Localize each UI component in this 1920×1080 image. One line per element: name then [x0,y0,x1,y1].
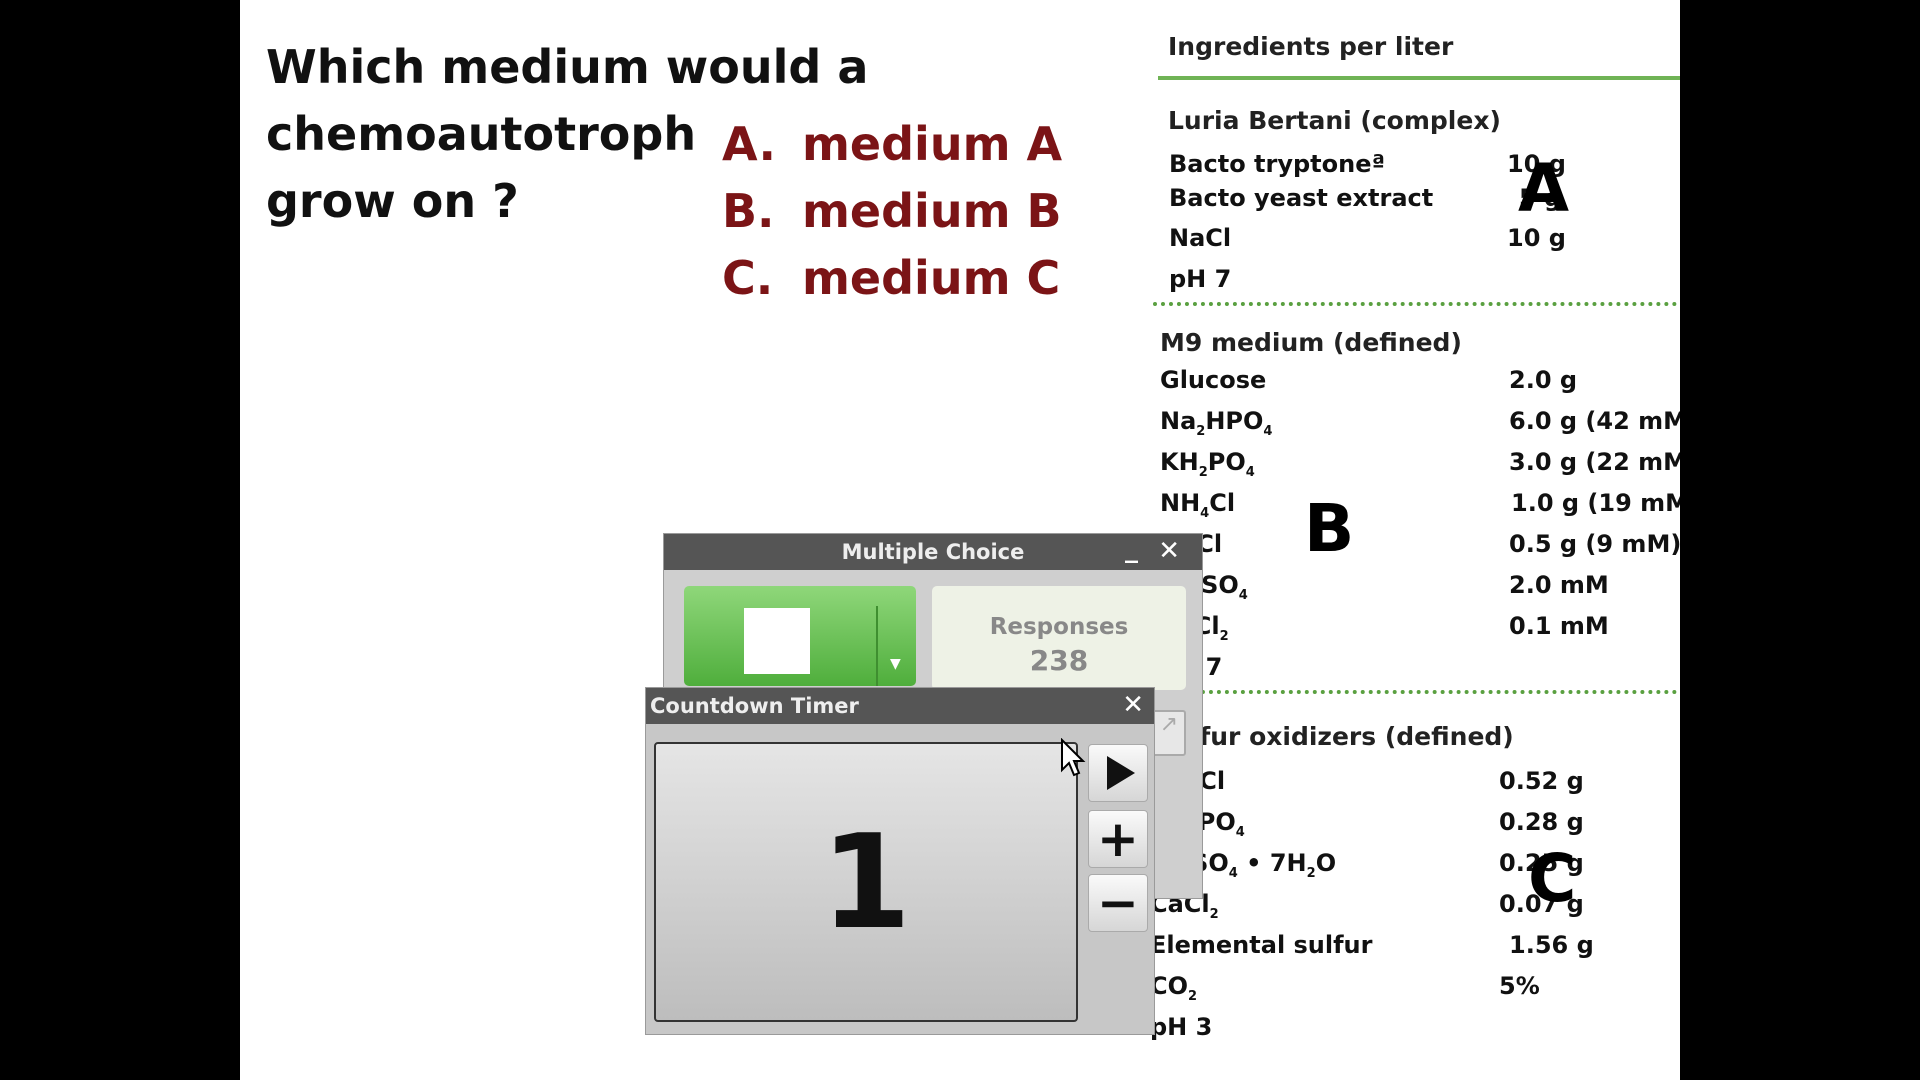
slide: Which medium would a chemoautotroph grow… [240,0,1680,1080]
ingredient-amount: 1.0 g (19 mM) [1511,489,1680,517]
answer-text: medium A [802,116,1063,171]
ingredients-panel: Ingredients per liter Luria Bertani (com… [1128,0,1680,1080]
responses-count: 238 [1029,644,1089,677]
expand-icon[interactable]: ↗ [1152,710,1186,756]
section-b-title: M9 medium (defined) [1160,328,1462,357]
answer-letter: A. [722,116,776,171]
ingredient-amount: 10 g [1507,224,1566,252]
ingredient-amount: 6.0 g (42 mM) [1509,407,1680,435]
play-icon [1107,756,1135,790]
medium-label-c: C [1528,840,1577,917]
answer-option-a: A. medium A [722,110,1062,177]
question-text: Which medium would a chemoautotroph grow… [266,34,869,235]
ingredient-amount: 5% [1499,972,1540,1000]
timer-value: 1 [820,806,912,958]
subtract-time-button[interactable]: − [1088,874,1148,932]
section-a-title: Luria Bertani (complex) [1168,106,1501,135]
timer-display: 1 [654,742,1078,1022]
question-line: Which medium would a [266,40,869,94]
ingredient-name: CO2 [1150,972,1198,1004]
ingredient-amount: 2.0 mM [1509,571,1609,599]
add-time-button[interactable]: + [1088,810,1148,868]
ingredient-name: Bacto tryptoneª [1169,150,1386,178]
answer-option-b: B. medium B [722,177,1062,244]
dropdown-arrow-icon[interactable]: ▼ [890,656,901,672]
section-divider [1153,302,1680,306]
responses-panel: Responses 238 [932,586,1186,690]
answer-text: medium C [802,250,1061,305]
question-line: grow on ? [266,174,519,228]
ingredient-amount: 0.5 g (9 mM) [1509,530,1680,558]
question-line: chemoautotroph [266,107,697,161]
close-icon[interactable]: ✕ [1158,536,1180,566]
answer-options: A. medium A B. medium B C. medium C [722,110,1062,311]
ingredient-amount: 3.0 g (22 mM) [1509,448,1680,476]
ingredient-name: KH2PO4 [1160,448,1255,480]
section-divider [1153,690,1680,694]
ph-label: pH 3 [1150,1013,1213,1041]
ingredient-amount: 0.52 g [1499,767,1584,795]
answer-option-c: C. medium C [722,244,1062,311]
plus-icon: + [1097,810,1139,868]
answer-letter: B. [722,183,775,238]
ingredient-amount: 0.28 g [1499,808,1584,836]
ingredient-name: Glucose [1160,366,1267,394]
stop-icon [744,608,810,674]
window-title: Multiple Choice [841,540,1025,564]
section-c-title: Sulfur oxidizers (defined) [1155,722,1514,751]
close-icon[interactable]: ✕ [1122,690,1144,720]
responses-label: Responses [989,614,1129,640]
ingredient-amount: 2.0 g [1509,366,1578,394]
multiple-choice-titlebar[interactable]: Multiple Choice _ ✕ [664,534,1202,570]
title-divider [1158,76,1680,80]
answer-letter: C. [722,250,774,305]
start-poll-button[interactable]: ▼ [684,586,916,686]
ingredient-amount: 1.56 g [1509,931,1594,959]
button-divider [876,606,878,686]
minimize-icon[interactable]: _ [1125,534,1138,564]
ingredient-name: NaCl [1169,224,1232,252]
countdown-titlebar[interactable]: Countdown Timer ✕ [646,688,1154,724]
ph-label: pH 7 [1169,265,1232,293]
ingredient-name: Bacto yeast extract [1169,184,1434,212]
window-title: Countdown Timer [650,694,859,718]
ingredient-name: Na2HPO4 [1160,407,1273,439]
play-button[interactable] [1088,744,1148,802]
medium-label-b: B [1304,490,1355,567]
ingredient-amount: 0.1 mM [1509,612,1609,640]
ingredient-name: Elemental sulfur [1150,931,1373,959]
minus-icon: − [1097,874,1139,932]
mouse-cursor-icon [1061,738,1086,777]
ingredient-name: NH4Cl [1160,489,1236,521]
answer-text: medium B [802,183,1062,238]
medium-label-a: A [1518,150,1570,227]
ingredients-title: Ingredients per liter [1168,32,1454,61]
